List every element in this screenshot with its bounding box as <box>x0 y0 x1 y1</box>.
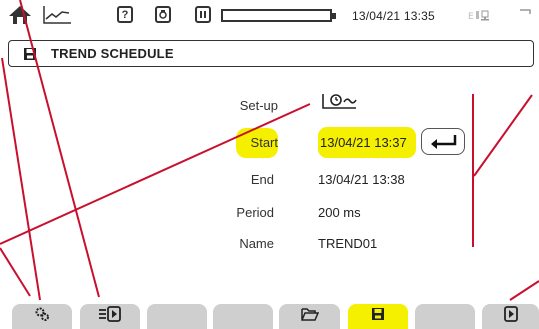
folder-open-icon <box>301 307 320 326</box>
period-label: Period <box>236 205 274 220</box>
annotation-line-4 <box>0 247 31 297</box>
save-button[interactable] <box>348 304 408 329</box>
trend-icon[interactable] <box>42 5 72 25</box>
home-icon[interactable] <box>7 4 33 26</box>
name-label: Name <box>239 236 274 251</box>
end-value[interactable]: 13/04/21 13:38 <box>318 172 405 187</box>
bottom-toolbar <box>0 300 539 329</box>
trend-setup-icon[interactable] <box>320 91 358 111</box>
pause-icon[interactable] <box>195 6 211 23</box>
list-play-icon <box>98 306 122 327</box>
period-value[interactable]: 200 ms <box>318 205 361 220</box>
annotation-line-6 <box>509 280 539 301</box>
settings-button[interactable] <box>12 304 72 329</box>
annotation-line-1 <box>1 57 41 301</box>
name-value[interactable]: TREND01 <box>318 236 377 251</box>
enter-button[interactable] <box>421 128 465 155</box>
battery-icon <box>221 9 336 22</box>
camera-icon[interactable] <box>155 6 171 23</box>
start-value[interactable]: 13/04/21 13:37 <box>320 135 407 150</box>
open-folder-button[interactable] <box>280 304 340 329</box>
trend-record-button[interactable] <box>80 304 140 329</box>
empty-button-8[interactable] <box>415 304 475 329</box>
setup-label: Set-up <box>239 98 278 113</box>
enter-icon <box>430 134 458 155</box>
annotation-bracket-line <box>472 94 474 247</box>
empty-button-3[interactable] <box>147 304 207 329</box>
end-label: End <box>250 172 274 187</box>
title-bar: TREND SCHEDULE <box>8 40 534 67</box>
empty-button-4[interactable] <box>213 304 273 329</box>
network-icon: E <box>468 9 498 24</box>
floppy-disk-icon <box>23 47 37 61</box>
svg-text:E: E <box>468 12 474 21</box>
page-title: TREND SCHEDULE <box>51 46 174 61</box>
gears-icon <box>34 306 50 327</box>
start-button[interactable] <box>482 304 539 329</box>
help-icon[interactable]: ? <box>117 6 133 23</box>
status-datetime: 13/04/21 13:35 <box>352 9 435 23</box>
start-label: Start <box>250 135 278 150</box>
annotation-line-5 <box>473 94 533 177</box>
play-icon <box>503 306 518 327</box>
status-bar: ? 13/04/21 13:35 E <box>0 0 539 30</box>
floppy-disk-icon <box>371 307 385 326</box>
usb-icon <box>518 7 532 24</box>
